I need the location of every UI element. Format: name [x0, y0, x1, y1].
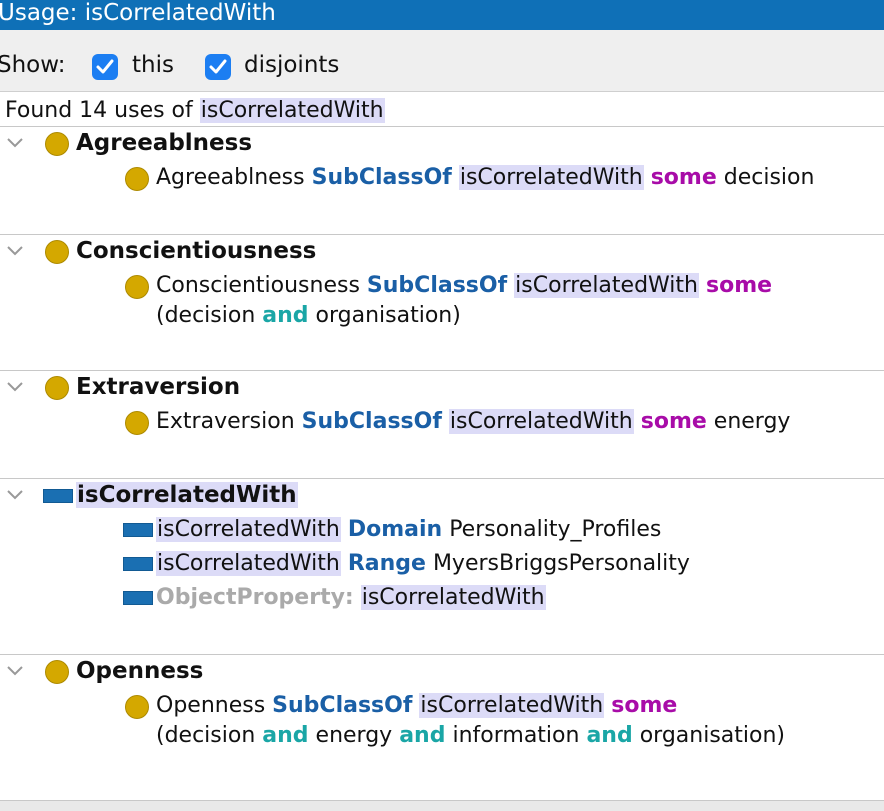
class-icon — [45, 240, 69, 264]
axiom-row[interactable]: Agreeablness SubClassOf isCorrelatedWith… — [156, 165, 814, 190]
window-title: Usage: isCorrelatedWith — [0, 0, 276, 26]
window-title-bar: Usage: isCorrelatedWith — [0, 0, 884, 30]
range-axiom-row[interactable]: isCorrelatedWith Range MyersBriggsPerson… — [156, 551, 690, 576]
group-heading[interactable]: isCorrelatedWith — [76, 482, 298, 508]
object-property-icon — [123, 557, 153, 571]
axiom-row-continuation[interactable]: (decision and energy and information and… — [156, 723, 785, 748]
object-property-icon — [123, 523, 153, 537]
class-icon — [125, 695, 149, 719]
axiom-row-continuation[interactable]: (decision and organisation) — [156, 303, 461, 328]
divider — [0, 478, 884, 479]
chevron-down-icon[interactable] — [6, 381, 24, 393]
group-heading[interactable]: Openness — [76, 658, 203, 684]
object-property-icon — [123, 591, 153, 605]
group-heading[interactable]: Extraversion — [76, 374, 240, 400]
class-icon — [45, 660, 69, 684]
object-property-icon — [43, 489, 73, 503]
chevron-down-icon[interactable] — [6, 489, 24, 501]
divider — [0, 370, 884, 371]
declaration-row[interactable]: ObjectProperty: isCorrelatedWith — [156, 585, 546, 610]
group-heading[interactable]: Conscientiousness — [76, 238, 316, 264]
class-icon — [125, 167, 149, 191]
chevron-down-icon[interactable] — [6, 245, 24, 257]
disjoints-checkbox-label[interactable]: disjoints — [244, 52, 339, 78]
class-icon — [125, 275, 149, 299]
divider — [0, 234, 884, 235]
this-checkbox-label[interactable]: this — [132, 52, 174, 78]
axiom-row[interactable]: Openness SubClassOf isCorrelatedWith som… — [156, 693, 677, 718]
checkmark-icon — [96, 59, 114, 74]
axiom-row[interactable]: Extraversion SubClassOf isCorrelatedWith… — [156, 409, 790, 434]
class-icon — [45, 132, 69, 156]
this-checkbox[interactable] — [92, 54, 118, 80]
group-heading[interactable]: Agreeablness — [76, 130, 252, 156]
bottom-edge — [0, 800, 884, 811]
chevron-down-icon[interactable] — [6, 137, 24, 149]
usage-entity: isCorrelatedWith — [199, 98, 385, 123]
class-icon — [125, 411, 149, 435]
chevron-down-icon[interactable] — [6, 665, 24, 677]
disjoints-checkbox[interactable] — [205, 54, 231, 80]
show-options-bar: Show: this disjoints — [0, 30, 884, 92]
usage-count-text: Found 14 uses of — [5, 98, 193, 123]
domain-axiom-row[interactable]: isCorrelatedWith Domain Personality_Prof… — [156, 517, 661, 542]
checkmark-icon — [209, 59, 227, 74]
usage-summary: Found 14 uses of isCorrelatedWith — [0, 92, 884, 127]
show-label: Show: — [0, 52, 66, 78]
axiom-row[interactable]: Conscientiousness SubClassOf isCorrelate… — [156, 273, 772, 298]
divider — [0, 654, 884, 655]
class-icon — [45, 376, 69, 400]
